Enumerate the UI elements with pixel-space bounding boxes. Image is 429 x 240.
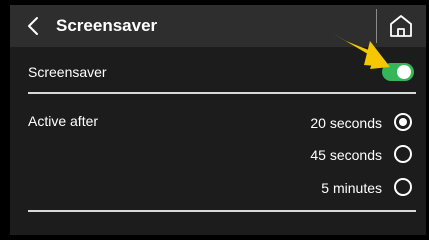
screen: Screensaver Screensaver Active after 20 … [10,5,426,235]
screensaver-label: Screensaver [28,64,107,80]
radio-5-minutes[interactable] [394,178,412,196]
back-button[interactable] [20,13,46,39]
option-45-seconds-label: 45 seconds [310,147,382,163]
divider [28,92,416,94]
device-frame: Screensaver Screensaver Active after 20 … [0,0,429,240]
toggle-knob [397,65,411,79]
radio-selected-dot [399,118,407,126]
divider [28,210,416,212]
page-title: Screensaver [56,16,158,35]
radio-20-seconds[interactable] [394,113,412,131]
chevron-left-icon [28,17,38,35]
option-5-minutes-label: 5 minutes [321,180,382,196]
option-20-seconds-label: 20 seconds [310,115,382,131]
active-after-label: Active after [28,113,99,129]
radio-45-seconds[interactable] [394,145,412,163]
arrow-pointer-icon [332,33,390,69]
